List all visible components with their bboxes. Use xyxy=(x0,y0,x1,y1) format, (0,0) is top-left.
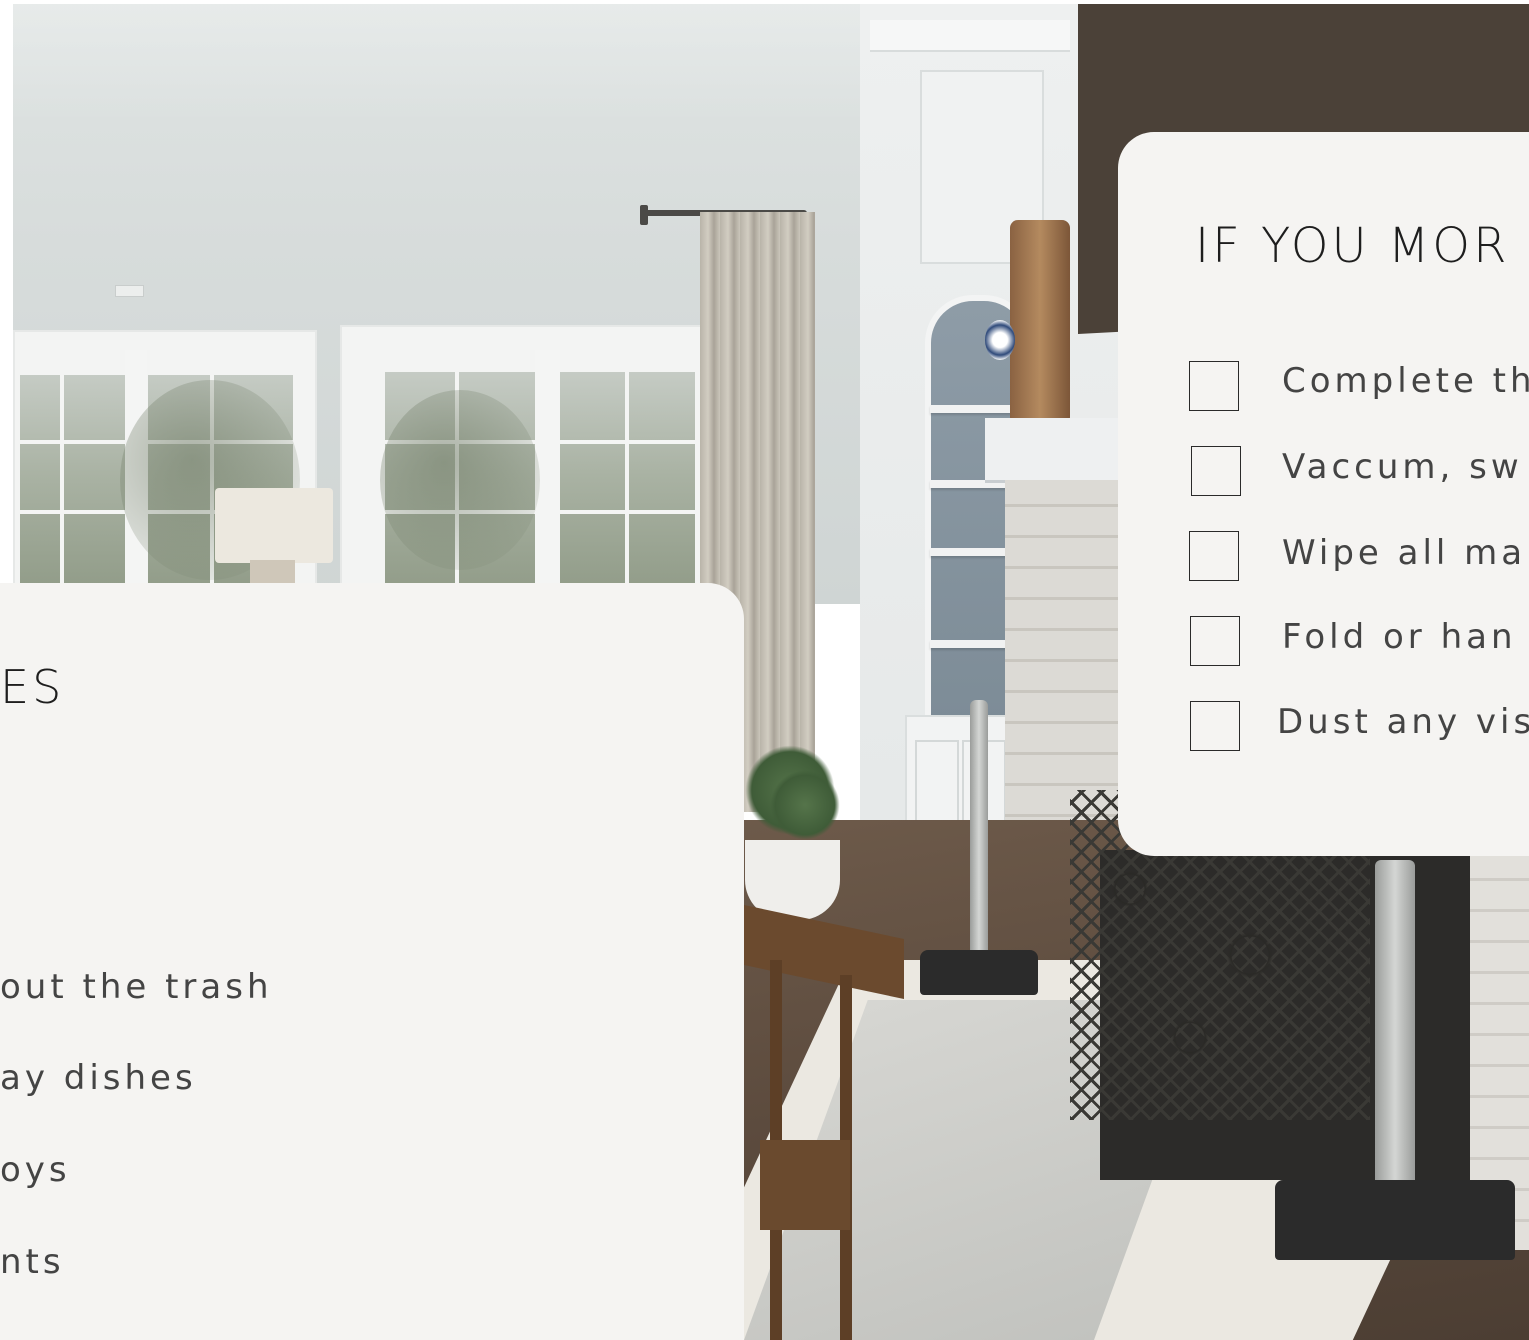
right-task-5-label: Dust any vis xyxy=(1277,702,1529,742)
task-2-checkbox[interactable] xyxy=(1191,446,1241,496)
left-checklist-card xyxy=(0,583,744,1340)
right-task-4-label: Fold or han xyxy=(1282,617,1517,657)
task-1-checkbox[interactable] xyxy=(1189,361,1239,411)
task-3-checkbox[interactable] xyxy=(1189,531,1239,581)
left-task-2-label: ay dishes xyxy=(0,1058,197,1098)
right-card-title: IF YOU MOR xyxy=(1195,218,1510,274)
right-task-1-label: Complete th xyxy=(1282,361,1529,401)
left-task-1-label: out the trash xyxy=(0,967,273,1007)
task-4-checkbox[interactable] xyxy=(1190,616,1240,666)
left-task-4-label: nts xyxy=(0,1242,65,1282)
left-task-3-label: oys xyxy=(0,1150,71,1190)
right-task-2-label: Vaccum, sw xyxy=(1282,447,1523,487)
page: ES out the trash ay dishes oys nts IF YO… xyxy=(0,0,1529,1340)
left-card-title: ES xyxy=(0,660,65,714)
right-task-3-label: Wipe all ma xyxy=(1282,533,1527,573)
task-5-checkbox[interactable] xyxy=(1190,701,1240,751)
